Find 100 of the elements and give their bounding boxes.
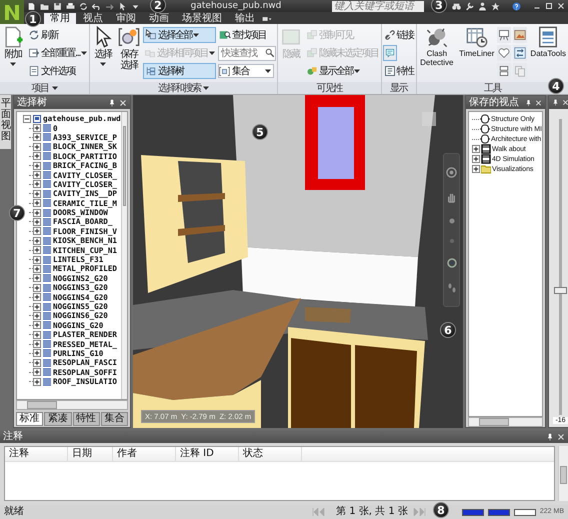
wheel-icon[interactable] — [446, 167, 457, 178]
expand-toggle[interactable] — [33, 218, 41, 226]
person-icon[interactable] — [478, 2, 488, 10]
expand-toggle[interactable] — [33, 274, 41, 282]
wrench-icon[interactable] — [465, 2, 474, 10]
search-field[interactable]: 快速查找 — [218, 46, 276, 60]
column-header[interactable]: 作者 — [113, 447, 176, 461]
binoculars-icon[interactable] — [452, 2, 462, 10]
ribbon-button[interactable]: DataTools — [529, 26, 567, 58]
ribbon-button[interactable]: 选择 — [91, 26, 116, 67]
help-icon[interactable] — [512, 2, 522, 10]
panel-tab[interactable]: 紧凑 — [44, 412, 72, 426]
scrollbar[interactable] — [468, 417, 543, 427]
pin-icon[interactable] — [546, 432, 554, 440]
close-icon[interactable] — [557, 432, 565, 440]
undo-icon[interactable] — [92, 2, 101, 10]
expand-toggle[interactable] — [33, 368, 41, 376]
expand-toggle[interactable] — [33, 284, 41, 292]
zoom-icon[interactable] — [448, 218, 454, 224]
expand-toggle[interactable] — [33, 302, 41, 310]
panel-tab[interactable]: 标准 — [16, 412, 44, 426]
expand-toggle[interactable] — [472, 145, 480, 153]
expand-toggle[interactable] — [33, 321, 41, 330]
panel-tab[interactable]: 特性 — [72, 412, 100, 426]
ribbon-tab[interactable]: 审阅 — [110, 13, 142, 24]
ribbon-button[interactable]: 刷新 — [27, 27, 88, 43]
expand-toggle[interactable] — [23, 114, 31, 123]
scrollbar[interactable] — [558, 446, 568, 501]
expand-toggle[interactable] — [33, 378, 41, 386]
ribbon-button[interactable]: 全部重置... — [27, 45, 88, 61]
close-icon[interactable] — [535, 98, 542, 106]
ribbon-button[interactable]: 附加 — [1, 26, 25, 67]
view-cube-icon[interactable] — [421, 111, 437, 127]
tool-button[interactable] — [497, 45, 512, 61]
expand-toggle[interactable] — [472, 165, 480, 173]
expand-toggle[interactable] — [33, 208, 41, 217]
ribbon-button[interactable]: 显示全部 — [305, 63, 380, 79]
expand-toggle[interactable] — [33, 124, 41, 132]
column-header[interactable]: 状态 — [239, 447, 302, 461]
expand-toggle[interactable] — [33, 133, 41, 142]
cursor-icon[interactable] — [118, 2, 127, 10]
tool-button[interactable] — [497, 63, 512, 79]
maximize-icon[interactable] — [545, 2, 554, 10]
ribbon-button[interactable]: 选择树 — [143, 63, 216, 79]
more-icon[interactable] — [262, 14, 272, 24]
ribbon-button[interactable]: Clash Detective — [418, 26, 456, 67]
ribbon-button[interactable]: 选择全部 — [143, 27, 216, 43]
close-icon[interactable] — [119, 98, 127, 106]
column-header[interactable]: 日期 — [68, 447, 113, 461]
close-icon[interactable] — [562, 99, 568, 106]
ribbon-button[interactable]: 保存选择 — [117, 26, 142, 71]
expand-toggle[interactable] — [472, 155, 480, 163]
pin-icon[interactable] — [552, 99, 559, 106]
expand-toggle[interactable] — [33, 152, 41, 160]
column-header[interactable]: 注释 — [5, 447, 68, 461]
ribbon-button[interactable]: 查找项目 — [218, 27, 276, 43]
pin-icon[interactable] — [525, 98, 532, 106]
expand-toggle[interactable] — [33, 190, 41, 198]
dot-icon[interactable] — [448, 238, 454, 244]
pin-icon[interactable] — [108, 98, 116, 106]
orbit-icon[interactable] — [446, 258, 456, 268]
expand-toggle[interactable] — [33, 236, 41, 245]
ribbon-tab[interactable]: 常用 — [44, 13, 76, 24]
expand-toggle[interactable] — [33, 227, 41, 236]
tool-button[interactable] — [497, 27, 512, 43]
expand-toggle[interactable] — [33, 171, 41, 180]
expand-toggle[interactable] — [33, 180, 41, 188]
ribbon-tab[interactable]: 动画 — [143, 13, 175, 24]
scrollbar[interactable] — [16, 400, 128, 410]
slider-thumb[interactable] — [554, 286, 567, 294]
expand-toggle[interactable] — [33, 246, 41, 254]
close-icon[interactable] — [557, 2, 566, 10]
panel-tab[interactable]: 集合 — [100, 412, 128, 426]
expand-toggle[interactable] — [33, 349, 41, 358]
star-icon[interactable] — [491, 2, 500, 10]
ribbon-tab[interactable]: 场景视图 — [176, 13, 228, 24]
expand-toggle[interactable] — [33, 340, 41, 348]
ribbon-button[interactable]: 链接 — [382, 27, 415, 43]
footprints-icon[interactable] — [446, 282, 456, 293]
save-icon[interactable] — [53, 2, 62, 10]
tool-button[interactable] — [513, 45, 528, 61]
ribbon-button[interactable]: 特性 — [382, 63, 415, 79]
expand-toggle[interactable] — [33, 264, 41, 273]
sync-icon[interactable] — [79, 2, 88, 10]
expand-toggle[interactable] — [33, 162, 41, 170]
expand-toggle[interactable] — [33, 256, 41, 264]
expand-toggle[interactable] — [33, 330, 41, 339]
expand-toggle[interactable] — [33, 199, 41, 208]
expand-toggle[interactable] — [33, 293, 41, 302]
side-tab[interactable]: 平面视图 — [0, 95, 11, 149]
ribbon-tab[interactable]: 视点 — [77, 13, 109, 24]
redo-icon[interactable] — [105, 2, 114, 10]
expand-toggle[interactable] — [33, 142, 41, 151]
ribbon-button[interactable]: 文件选项 — [27, 63, 88, 79]
dropdown[interactable]: 集合 — [218, 64, 274, 78]
scrollbar[interactable] — [120, 112, 127, 399]
expand-toggle[interactable] — [33, 358, 41, 367]
expand-toggle[interactable] — [33, 312, 41, 320]
ribbon-tab[interactable]: 输出 — [229, 13, 261, 24]
print-icon[interactable] — [66, 2, 75, 10]
